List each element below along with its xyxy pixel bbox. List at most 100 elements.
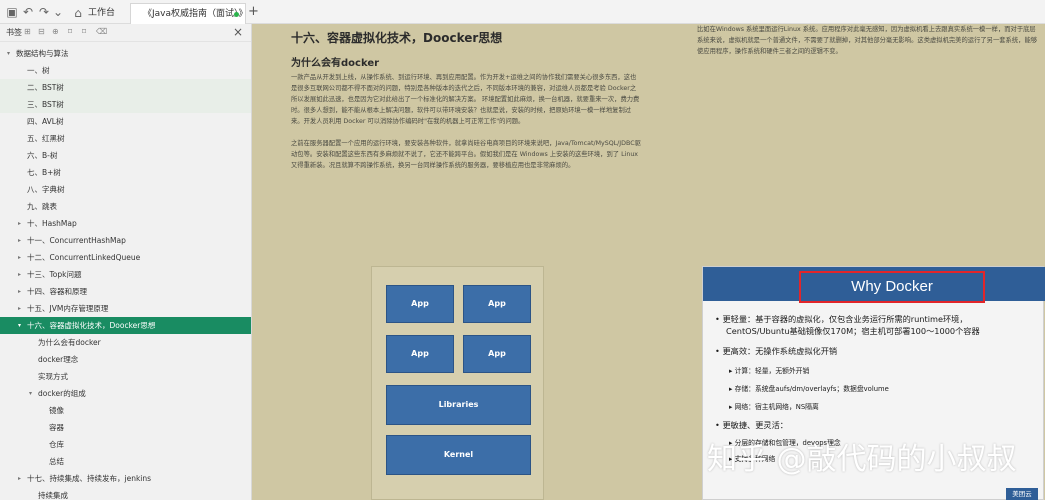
bookmark-sidebar: 书签 ⊞ ⊟ ⊕ ⌑ ⌑ ⌫ × ▾ 数据结构与算法一、树二、BST树三、BST树…: [0, 24, 252, 500]
zhihu-watermark: 知乎 @敲代码的小叔叔: [707, 442, 1017, 477]
tab-document[interactable]: 《Java权威指南（面试）》: [130, 3, 248, 24]
bullet-text: 更高效：无操作系统虚拟化开销: [722, 346, 838, 356]
app-box: App: [463, 335, 531, 373]
sidebar-item[interactable]: 三、BST树: [0, 96, 251, 113]
sidebar-item-label: 六、B-树: [27, 151, 58, 160]
sidebar-item-label: docker理念: [38, 355, 79, 364]
add-tab-icon[interactable]: +: [248, 4, 259, 19]
bullet-text: 更敏捷、更灵活：: [722, 420, 788, 430]
sub-bullet: ▸ 网络：宿主机网络，NS隔离: [729, 403, 819, 411]
sidebar-item-label: 五、红黑树: [27, 134, 65, 143]
sidebar-item-label: 十一、ConcurrentHashMap: [27, 236, 126, 245]
delete-icon[interactable]: ⌫: [96, 27, 107, 36]
sidebar-header: 书签 ⊞ ⊟ ⊕ ⌑ ⌑ ⌫ ×: [0, 24, 251, 42]
close-icon[interactable]: ×: [233, 25, 243, 39]
sidebar-item[interactable]: 六、B-树: [0, 147, 251, 164]
collapsed-chevron-icon[interactable]: ▸: [18, 215, 21, 232]
home-icon: ⌂: [74, 6, 82, 20]
sidebar-item[interactable]: ▾ 十六、容器虚拟化技术，Doocker思想: [0, 317, 251, 334]
sidebar-item-label: 持续集成: [38, 491, 68, 500]
sidebar-item[interactable]: 镜像: [0, 402, 251, 419]
sidebar-item[interactable]: ▸ 十四、容器和原理: [0, 283, 251, 300]
sidebar-item-label: 十五、JVM内存管理原理: [27, 304, 109, 313]
sidebar-item[interactable]: 容器: [0, 419, 251, 436]
bullet-agile: • 更敏捷、更灵活：: [715, 420, 788, 430]
sidebar-item[interactable]: docker理念: [0, 351, 251, 368]
sidebar-item[interactable]: ▸ 十七、持续集成、持续发布，jenkins: [0, 470, 251, 487]
slide-title: Why Docker: [799, 271, 985, 303]
title-bar: ▣ ↶ ↷ ⌄ ⌂ 工作台 《Java权威指南（面试）》 +: [0, 0, 1045, 24]
sidebar-item[interactable]: 九、跳表: [0, 198, 251, 215]
app-box: App: [386, 335, 454, 373]
collapsed-chevron-icon[interactable]: ▸: [18, 283, 21, 300]
sidebar-item-label: 十六、容器虚拟化技术，Doocker思想: [27, 321, 156, 330]
sub-bullet: ▸ 存储：系统盘aufs/dm/overlayfs；数据盘volume: [729, 385, 889, 393]
document-view[interactable]: 十六、容器虚拟化技术，Doocker思想 为什么会有docker 一款产品从开发…: [253, 24, 1045, 500]
bullet-text: 更轻量：基于容器的虚拟化，仅包含业务运行所需的runtime环境，: [722, 314, 968, 324]
bookmark-icon[interactable]: ⌑: [68, 27, 72, 36]
sidebar-item-label: 实现方式: [38, 372, 68, 381]
app-box: App: [463, 285, 531, 323]
bullet-lightweight: • 更轻量：基于容器的虚拟化，仅包含业务运行所需的runtime环境，: [715, 314, 968, 324]
bookmark-edit-icon[interactable]: ⌑: [82, 27, 86, 36]
sidebar-item[interactable]: ▸ 十、HashMap: [0, 215, 251, 232]
sidebar-item[interactable]: 总结: [0, 453, 251, 470]
sidebar-item-label: 镜像: [49, 406, 64, 415]
sidebar-item-label: 四、AVL树: [27, 117, 64, 126]
collapsed-chevron-icon[interactable]: ▸: [18, 232, 21, 249]
sidebar-item-label: 一、树: [27, 66, 50, 75]
sidebar-item[interactable]: ▸ 十二、ConcurrentLinkedQueue: [0, 249, 251, 266]
collapsed-chevron-icon[interactable]: ▸: [18, 249, 21, 266]
sidebar-item[interactable]: ▸ 十五、JVM内存管理原理: [0, 300, 251, 317]
paragraph: 比如在Windows 系统里面运行Linux 系统。应用程序对此毫无感知，因为虚…: [697, 26, 1038, 55]
sidebar-item[interactable]: 为什么会有docker: [0, 334, 251, 351]
sidebar-item[interactable]: 八、字典树: [0, 181, 251, 198]
expanded-chevron-icon[interactable]: ▾: [29, 385, 32, 402]
section-heading: 十六、容器虚拟化技术，Doocker思想: [291, 31, 503, 45]
collapsed-chevron-icon[interactable]: ▸: [18, 266, 21, 283]
tab-home-label: 工作台: [88, 8, 116, 18]
docker-architecture-diagram: App App App App Libraries Kernel: [371, 266, 544, 500]
sidebar-item[interactable]: 一、树: [0, 62, 251, 79]
expand-all-icon[interactable]: ⊞: [24, 27, 31, 36]
sidebar-item-label: 八、字典树: [27, 185, 65, 194]
sub-heading: 为什么会有docker: [291, 58, 380, 69]
save-icon[interactable]: ▣: [4, 4, 20, 20]
collapse-all-icon[interactable]: ⊟: [38, 27, 45, 36]
sidebar-item-label: 二、BST树: [27, 83, 64, 92]
sidebar-item[interactable]: 持续集成: [0, 487, 251, 500]
sidebar-item[interactable]: 五、红黑树: [0, 130, 251, 147]
sub-bullet: ▸ 计算：轻量，无额外开销: [729, 367, 810, 375]
sidebar-item-label: 十二、ConcurrentLinkedQueue: [27, 253, 141, 262]
sidebar-item[interactable]: 四、AVL树: [0, 113, 251, 130]
tab-home[interactable]: ⌂ 工作台: [62, 3, 126, 24]
sidebar-item[interactable]: ▸ 十三、Topk问题: [0, 266, 251, 283]
sidebar-item[interactable]: ▾ 数据结构与算法: [0, 45, 251, 62]
meituan-cloud-badge: 美团云: [1006, 488, 1038, 500]
sidebar-item[interactable]: ▸ 十一、ConcurrentHashMap: [0, 232, 251, 249]
bullet-text: 存储：系统盘aufs/dm/overlayfs；数据盘volume: [734, 385, 889, 393]
app-box: App: [386, 285, 454, 323]
bullet-text: 计算：轻量，无额外开销: [734, 367, 810, 375]
collapsed-chevron-icon[interactable]: ▸: [18, 470, 21, 487]
sidebar-item[interactable]: 实现方式: [0, 368, 251, 385]
sidebar-item-label: 九、跳表: [27, 202, 57, 211]
collapsed-chevron-icon[interactable]: ▸: [18, 300, 21, 317]
sidebar-item-label: 十七、持续集成、持续发布，jenkins: [27, 474, 152, 483]
bullet-continuation: CentOS/Ubuntu基础镜像仅170M；宿主机可部署100～1000个容器: [726, 326, 980, 336]
undo-icon[interactable]: ↶: [20, 4, 36, 20]
sidebar-item-label: 十四、容器和原理: [27, 287, 87, 296]
sidebar-item[interactable]: 二、BST树: [0, 79, 251, 96]
sidebar-item[interactable]: 仓库: [0, 436, 251, 453]
add-bookmark-icon[interactable]: ⊕: [52, 27, 59, 36]
sidebar-item-label: docker的组成: [38, 389, 86, 398]
sidebar-item-label: 十三、Topk问题: [27, 270, 82, 279]
expanded-chevron-icon[interactable]: ▾: [18, 317, 21, 334]
unsaved-indicator-icon: [234, 12, 239, 17]
expanded-chevron-icon[interactable]: ▾: [7, 45, 10, 62]
sidebar-item-label: 十、HashMap: [27, 219, 77, 228]
paragraph: 之前在服务器配置一个应用的运行环境，要安装各种软件，就拿尚硅谷电商项目的环境来说…: [291, 140, 641, 169]
sidebar-item[interactable]: ▾ docker的组成: [0, 385, 251, 402]
sidebar-item[interactable]: 七、B+树: [0, 164, 251, 181]
sidebar-item-label: 仓库: [49, 440, 64, 449]
